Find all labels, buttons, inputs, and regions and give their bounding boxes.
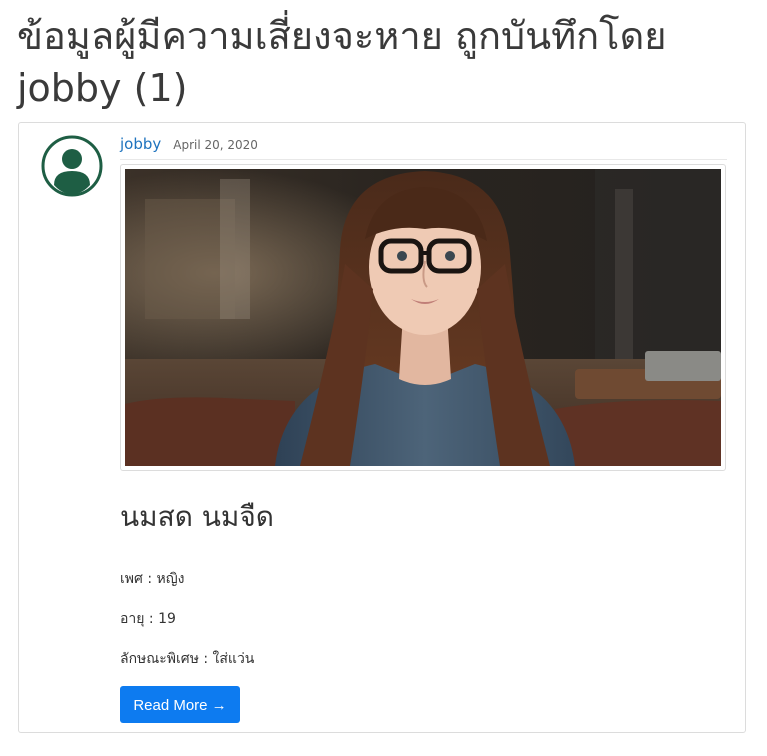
author-link[interactable]: jobby bbox=[120, 135, 161, 153]
age-field: อายุ : 19 bbox=[120, 611, 176, 627]
gender-field: เพศ : หญิง bbox=[120, 571, 185, 587]
page-title: ข้อมูลผู้มีความเสี่ยงจะหาย ถูกบันทึกโดย … bbox=[17, 14, 667, 110]
avatar-graphic bbox=[41, 135, 103, 197]
post-photo[interactable] bbox=[120, 164, 726, 471]
meta-divider bbox=[120, 159, 727, 160]
photo-image bbox=[125, 169, 721, 466]
features-field: ลักษณะพิเศษ : ใส่แว่น bbox=[120, 651, 255, 667]
user-avatar-icon[interactable] bbox=[41, 135, 103, 197]
read-more-button[interactable]: Read More → bbox=[120, 686, 240, 723]
post-date: April 20, 2020 bbox=[173, 138, 258, 152]
post-meta: jobby April 20, 2020 bbox=[120, 135, 258, 157]
post-card: jobby April 20, 2020 นมสด นมจืด เพศ: หญ… bbox=[18, 122, 746, 733]
post-title: นมสด นมจืด bbox=[120, 500, 274, 533]
